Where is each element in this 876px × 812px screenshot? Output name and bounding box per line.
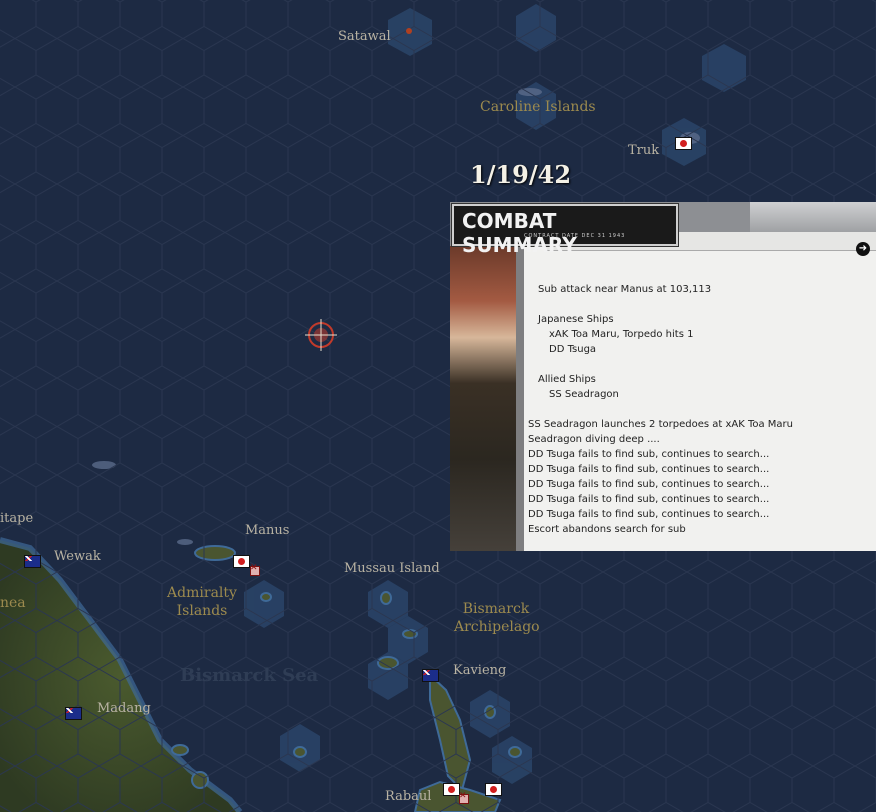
australia-flag-icon[interactable]	[422, 669, 439, 682]
label-mussau-island: Mussau Island	[344, 561, 440, 576]
label-manus: Manus	[245, 523, 290, 538]
report-line: SS Seadragon launches 2 torpedoes at xAK…	[528, 419, 793, 430]
label-satawal: Satawal	[338, 29, 391, 44]
label-madang: Madang	[97, 701, 151, 716]
report-line	[528, 402, 874, 417]
label-bismarck-archipelago: Bismarck Archipelago	[454, 601, 540, 635]
report-line: DD Tsuga fails to find sub, continues to…	[528, 479, 770, 490]
report-line: Seadragon diving deep ....	[528, 434, 660, 445]
report-line: DD Tsuga fails to find sub, continues to…	[528, 449, 770, 460]
turn-date: 1/19/42	[470, 160, 572, 189]
australia-flag-icon[interactable]	[24, 555, 41, 568]
japan-flag-icon[interactable]	[485, 783, 502, 796]
base-icon[interactable]	[250, 563, 260, 576]
report-line: DD Tsuga	[549, 344, 597, 355]
label-kavieng: Kavieng	[453, 663, 507, 678]
label-wewak: Wewak	[54, 549, 101, 564]
next-report-button[interactable]: ➜	[856, 242, 870, 256]
base-icon[interactable]	[459, 791, 469, 804]
report-line: xAK Toa Maru, Torpedo hits 1	[549, 329, 694, 340]
report-line: DD Tsuga fails to find sub, continues to…	[528, 509, 770, 520]
japan-flag-icon[interactable]	[443, 783, 460, 796]
panel-spine	[516, 246, 524, 551]
report-line: Escort abandons search for sub	[528, 524, 686, 535]
label-admiralty-islands: Admiralty Islands	[167, 585, 237, 619]
report-line: SS Seadragon	[549, 389, 619, 400]
report-line: DD Tsuga fails to find sub, continues to…	[528, 494, 770, 505]
label-nea: nea	[0, 595, 26, 611]
combat-summary-panel: COMBAT SUMMARY CONTRACT DATE DEC 31 1943…	[450, 202, 876, 551]
panel-subtitle: CONTRACT DATE DEC 31 1943	[524, 233, 626, 239]
label-itape: itape	[0, 511, 34, 526]
japan-flag-icon[interactable]	[233, 555, 250, 568]
japan-flag-icon[interactable]	[675, 137, 692, 150]
label-caroline-islands: Caroline Islands	[480, 99, 596, 115]
label-bismarck-sea: Bismarck Sea	[180, 665, 319, 686]
label-rabaul: Rabaul	[385, 789, 432, 804]
combat-photo	[450, 246, 522, 551]
base-dot	[406, 28, 412, 34]
report-line: DD Tsuga fails to find sub, continues to…	[528, 464, 770, 475]
australia-flag-icon[interactable]	[65, 707, 82, 720]
report-line	[528, 357, 874, 372]
combat-report: Sub attack near Manus at 103,113 Japanese…	[528, 282, 874, 537]
report-line: Allied Ships	[538, 374, 596, 385]
report-line: Sub attack near Manus at 103,113	[538, 284, 712, 295]
panel-title-plate: COMBAT SUMMARY CONTRACT DATE DEC 31 1943	[452, 204, 678, 257]
arrow-right-icon: ➜	[858, 243, 868, 254]
report-line	[528, 297, 874, 312]
report-line: Japanese Ships	[538, 314, 614, 325]
label-truk: Truk	[628, 143, 660, 158]
